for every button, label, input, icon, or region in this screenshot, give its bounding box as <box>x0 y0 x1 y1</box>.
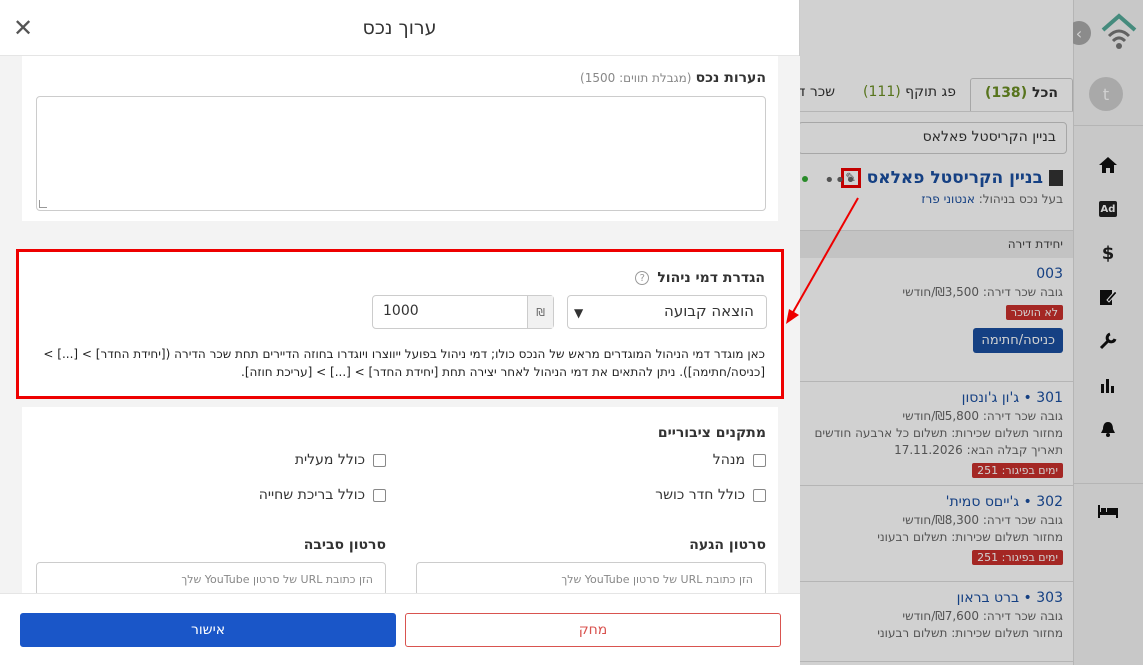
edit-property-modal: ערוך נכס ✕ הערות נכס (מגבלת תווים: 1500)… <box>0 0 800 665</box>
notes-char-limit: (מגבלת תווים: 1500) <box>580 71 692 85</box>
facility-pool[interactable]: כולל בריכת שחייה <box>259 487 386 503</box>
video-surroundings-input[interactable]: הזן כתובת URL של סרטון YouTube שלך <box>36 562 386 593</box>
facility-manager[interactable]: מנהל <box>713 452 766 468</box>
checkbox[interactable] <box>753 453 766 467</box>
video-arrival-label: סרטון הגעה <box>689 537 766 553</box>
notes-card: הערות נכס (מגבלת תווים: 1500) <box>22 56 778 221</box>
video-surroundings-label: סרטון סביבה <box>303 537 386 553</box>
close-icon[interactable]: ✕ <box>12 16 34 40</box>
fee-type-select[interactable]: הוצאה קבועה ▼ <box>567 295 767 329</box>
facility-label: כולל מעלית <box>294 452 365 468</box>
fee-amount-input[interactable]: 1000 <box>373 296 527 328</box>
facility-label: כולל בריכת שחייה <box>258 487 365 503</box>
modal-footer: מחק אישור <box>0 593 800 665</box>
facilities-label: מתקנים ציבוריים <box>657 425 766 441</box>
video-arrival-input[interactable]: הזן כתובת URL של סרטון YouTube שלך <box>416 562 766 593</box>
facility-gym[interactable]: כולל חדר כושר <box>655 487 766 503</box>
facility-elevator[interactable]: כולל מעלית <box>295 452 386 468</box>
currency-symbol: ₪ <box>527 296 553 328</box>
facility-label: כולל חדר כושר <box>655 487 745 503</box>
notes-label: הערות נכס <box>695 70 766 86</box>
fee-type-value: הוצאה קבועה <box>664 302 754 320</box>
checkbox[interactable] <box>373 453 386 467</box>
fee-description: כאן מוגדר דמי הניהול המוגדרים מראש של הנ… <box>43 347 765 379</box>
help-icon[interactable]: ? <box>635 271 650 285</box>
management-fee-label: הגדרת דמי ניהול <box>657 270 765 286</box>
fee-amount-field[interactable]: ₪ 1000 <box>372 295 554 329</box>
facilities-card: מתקנים ציבוריים מנהל כולל מעלית כולל חדר… <box>22 407 778 593</box>
checkbox[interactable] <box>373 488 386 502</box>
checkbox[interactable] <box>753 488 766 502</box>
modal-title: ערוך נכס <box>362 16 437 39</box>
chevron-down-icon: ▼ <box>574 306 584 320</box>
management-fee-section: הגדרת דמי ניהול ? הוצאה קבועה ▼ ₪ 1000 כ… <box>16 249 784 399</box>
delete-button[interactable]: מחק <box>405 613 781 647</box>
modal-header: ערוך נכס ✕ <box>0 0 799 56</box>
facility-label: מנהל <box>712 452 745 468</box>
notes-textarea[interactable] <box>36 96 766 211</box>
resize-handle-icon[interactable] <box>39 200 47 208</box>
confirm-button[interactable]: אישור <box>20 613 396 647</box>
